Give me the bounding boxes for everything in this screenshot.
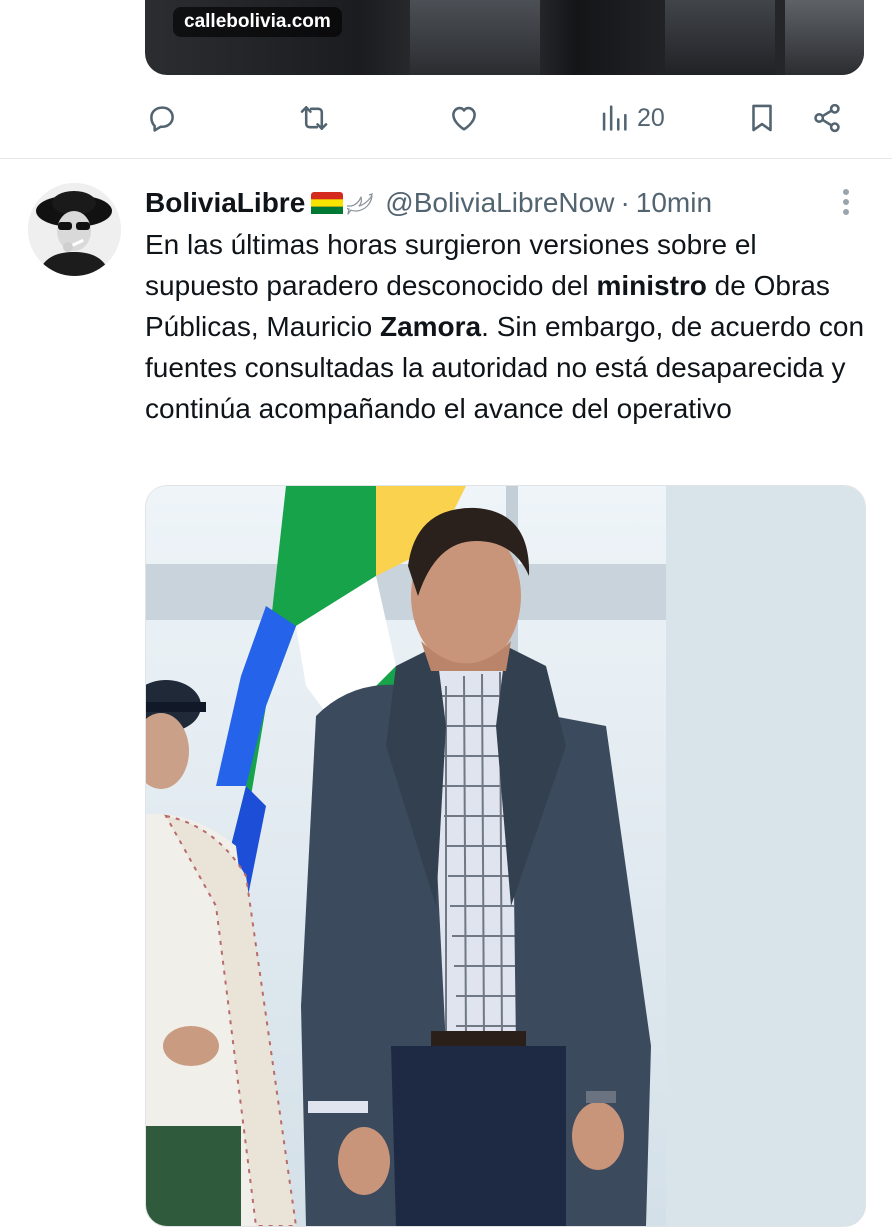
share-icon xyxy=(814,103,840,133)
share-button[interactable] xyxy=(810,96,844,140)
media-figure xyxy=(665,0,775,75)
bolivia-flag-icon xyxy=(311,192,344,214)
avatar[interactable] xyxy=(28,183,121,276)
media-figure xyxy=(785,0,864,75)
dove-icon xyxy=(347,193,374,215)
tweet-text-bold: ministro xyxy=(596,270,707,301)
tweet-header: BoliviaLibre @BoliviaLibreNow · 10min xyxy=(145,183,712,223)
views-count: 20 xyxy=(637,103,665,132)
tweet-text-bold: Zamora xyxy=(379,311,482,342)
more-options-button[interactable] xyxy=(836,186,856,218)
media-figure xyxy=(410,0,540,75)
tweet-text: En las últimas horas surgieron versiones… xyxy=(145,224,865,429)
avatar-image xyxy=(28,183,121,276)
like-button[interactable] xyxy=(447,96,481,140)
views-chart-icon xyxy=(602,105,627,131)
previous-tweet-action-bar: 20 xyxy=(145,96,850,140)
more-vertical-icon xyxy=(843,189,849,215)
retweet-icon xyxy=(300,106,328,130)
display-name[interactable]: BoliviaLibre xyxy=(145,187,305,219)
retweet-button[interactable] xyxy=(297,96,331,140)
tweet-timestamp[interactable]: 10min xyxy=(636,187,712,219)
bookmark-icon xyxy=(752,104,772,132)
reply-button[interactable] xyxy=(145,96,179,140)
bookmark-button[interactable] xyxy=(745,96,779,140)
tweet-divider xyxy=(0,158,892,159)
media-source-label[interactable]: callebolivia.com xyxy=(173,7,342,37)
reply-icon xyxy=(150,106,174,132)
user-handle[interactable]: @BoliviaLibreNow xyxy=(385,187,614,219)
views-button[interactable]: 20 xyxy=(597,96,665,140)
previous-tweet-media[interactable]: callebolivia.com xyxy=(145,0,864,75)
photo-illustration xyxy=(146,486,865,1226)
header-separator: · xyxy=(620,187,630,218)
tweet-photo[interactable] xyxy=(145,485,866,1227)
heart-icon xyxy=(452,106,476,131)
